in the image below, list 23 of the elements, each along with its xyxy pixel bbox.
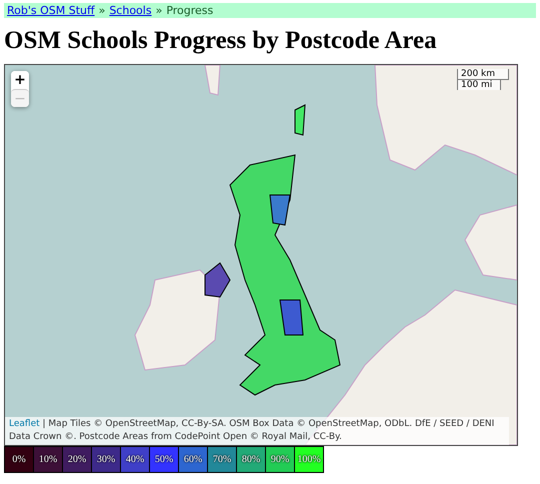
legend-swatch: 10%	[34, 447, 63, 472]
breadcrumb-current: Progress	[166, 4, 214, 17]
legend-swatch: 40%	[121, 447, 150, 472]
legend-swatch: 0%	[5, 447, 34, 472]
legend-swatch: 80%	[237, 447, 266, 472]
breadcrumb-separator: »	[156, 4, 162, 17]
map-view[interactable]: + − 200 km 100 mi Leaflet | Map Tiles © OpenStreetMap, CC-By-SA. OSM Box Data © OpenStreetMap, ODbL. DfE / SEED / DENI Data Crown ©. Postcode Areas from CodePoint Open © Royal Mail, CC-By.	[4, 64, 518, 446]
zoom-in-button[interactable]: +	[11, 71, 29, 89]
page-title: OSM Schools Progress by Postcode Area	[4, 27, 438, 55]
legend-swatch: 30%	[92, 447, 121, 472]
attribution-text: Leaflet | Map Tiles © OpenStreetMap, CC-By-SA. OSM Box Data © OpenStreetMap, ODbL. DfE / SEED / DENI Data Crown ©. Postcode Areas from CodePoint Open © Royal Mail, CC-By.	[5, 417, 509, 445]
scale-bar: 200 km	[457, 69, 509, 80]
legend-swatch: 20%	[63, 447, 92, 472]
leaflet-link[interactable]: Leaflet	[9, 419, 40, 429]
breadcrumb-link[interactable]: Schools	[109, 4, 152, 17]
legend-swatch: 100%	[295, 447, 323, 472]
legend-swatch: 70%	[208, 447, 237, 472]
breadcrumb-link[interactable]: Rob's OSM Stuff	[7, 4, 95, 17]
legend-swatch: 90%	[266, 447, 295, 472]
legend-swatch: 60%	[179, 447, 208, 472]
breadcrumb-separator: »	[98, 4, 106, 17]
scale-bar: 100 mi	[457, 79, 501, 90]
legend-swatch: 50%	[150, 447, 179, 472]
